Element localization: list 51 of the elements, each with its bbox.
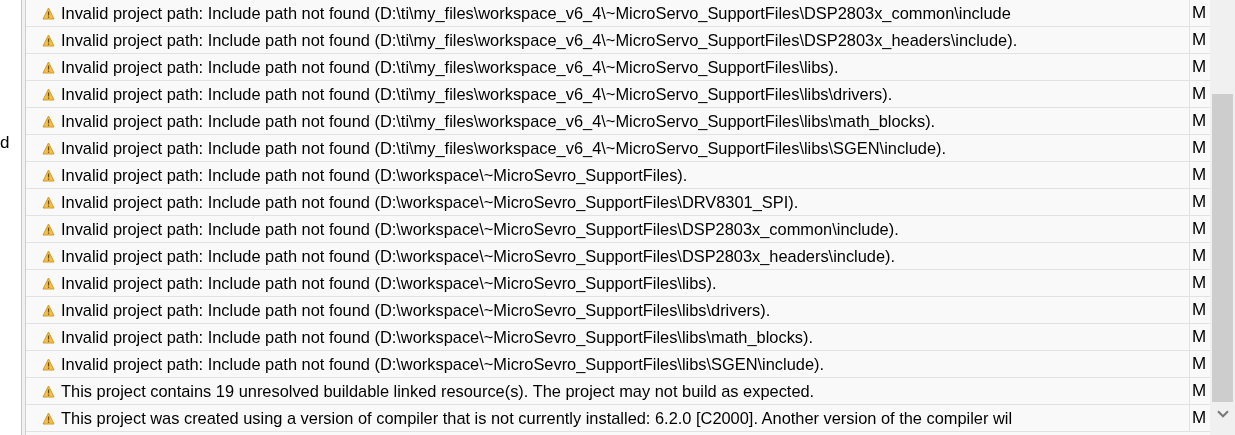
problem-message: Invalid project path: Include path not found (D:\workspace\~MicroSevro_SupportFiles\DSP2803x_headers\include). xyxy=(61,245,896,267)
table-cell-text: M xyxy=(1191,272,1208,295)
table-cell-text: M xyxy=(1191,299,1208,322)
problem-message: Invalid project path: Include path not found (D:\workspace\~MicroSevro_SupportFiles\libs\math_blocks). xyxy=(61,326,814,348)
table-cell-text: M xyxy=(1191,164,1208,187)
warning-icon xyxy=(42,276,55,290)
side-text: d xyxy=(0,132,10,154)
warning-icon xyxy=(42,195,55,209)
problem-message: This project was created using a version of compiler that is not currently installed: 6.2.0 [C2000]. Another version of the compiler wil xyxy=(61,407,1013,429)
warning-icon xyxy=(42,60,55,74)
problem-message: Invalid project path: Include path not found (D:\ti\my_files\workspace_v6_4\~MicroServo_SupportFiles\DSP2803x_common\include xyxy=(61,2,1011,24)
problem-message: Invalid project path: Include path not found (D:\ti\my_files\workspace_v6_4\~MicroServo_SupportFiles\libs\SGEN\include). xyxy=(61,137,947,159)
warning-icon xyxy=(42,384,55,398)
problem-message: Invalid project path: Include path not found (D:\workspace\~MicroSevro_SupportFiles\libs). xyxy=(61,272,717,294)
table-cell-text: M xyxy=(1191,326,1208,349)
table-cell-text: M xyxy=(1191,218,1208,241)
warning-icon xyxy=(42,114,55,128)
table-cell-text: M xyxy=(1191,407,1208,430)
problem-message: This project contains 19 unresolved buildable linked resource(s). The project may not build as expected. xyxy=(61,380,815,402)
warning-icon xyxy=(42,87,55,101)
problem-message: Invalid project path: Include path not found (D:\ti\my_files\workspace_v6_4\~MicroServo_SupportFiles\libs). xyxy=(61,56,839,78)
warning-icon xyxy=(42,6,55,20)
scrollbar[interactable] xyxy=(1210,0,1235,435)
warning-icon xyxy=(42,303,55,317)
problem-message: Invalid project path: Include path not found (D:\workspace\~MicroSevro_SupportFiles\DRV8301_SPI). xyxy=(61,191,799,213)
problem-message: Invalid project path: Include path not found (D:\ti\my_files\workspace_v6_4\~MicroServo_SupportFiles\DSP2803x_headers\include). xyxy=(61,29,1018,51)
warning-icon xyxy=(42,222,55,236)
table-cell-text: M xyxy=(1191,29,1208,52)
scrollbar-thumb[interactable] xyxy=(1212,94,1233,403)
table-cell-text: M xyxy=(1191,353,1208,376)
problem-message: Invalid project path: Include path not found (D:\workspace\~MicroSevro_SupportFiles\libs\drivers). xyxy=(61,299,771,321)
problem-message: Invalid project path: Include path not found (D:\workspace\~MicroSevro_SupportFiles\libs\SGEN\include). xyxy=(61,353,824,375)
table-cell-text: M xyxy=(1191,56,1208,79)
table-cell-text: M xyxy=(1191,110,1208,133)
warning-icon xyxy=(42,411,55,425)
table-cell-text: M xyxy=(1191,380,1208,403)
warning-icon xyxy=(42,141,55,155)
table-cell-text: M xyxy=(1191,245,1208,268)
warning-icon xyxy=(42,357,55,371)
warning-icon xyxy=(42,330,55,344)
problem-message: Invalid project path: Include path not found (D:\workspace\~MicroSevro_SupportFiles). xyxy=(61,164,688,186)
table-cell-text: M xyxy=(1191,83,1208,106)
warning-icon xyxy=(42,168,55,182)
table-cell-text: M xyxy=(1191,2,1208,25)
table-cell-text: M xyxy=(1191,191,1208,214)
problem-message: Invalid project path: Include path not found (D:\ti\my_files\workspace_v6_4\~MicroServo_SupportFiles\libs\drivers). xyxy=(61,83,893,105)
warning-icon xyxy=(42,249,55,263)
problem-message: Invalid project path: Include path not found (D:\workspace\~MicroSevro_SupportFiles\DSP2803x_common\include). xyxy=(61,218,899,240)
problem-message: Invalid project path: Include path not found (D:\ti\my_files\workspace_v6_4\~MicroServo_SupportFiles\libs\math_blocks). xyxy=(61,110,936,132)
table-cell-text: M xyxy=(1191,137,1208,160)
warning-icon xyxy=(42,33,55,47)
